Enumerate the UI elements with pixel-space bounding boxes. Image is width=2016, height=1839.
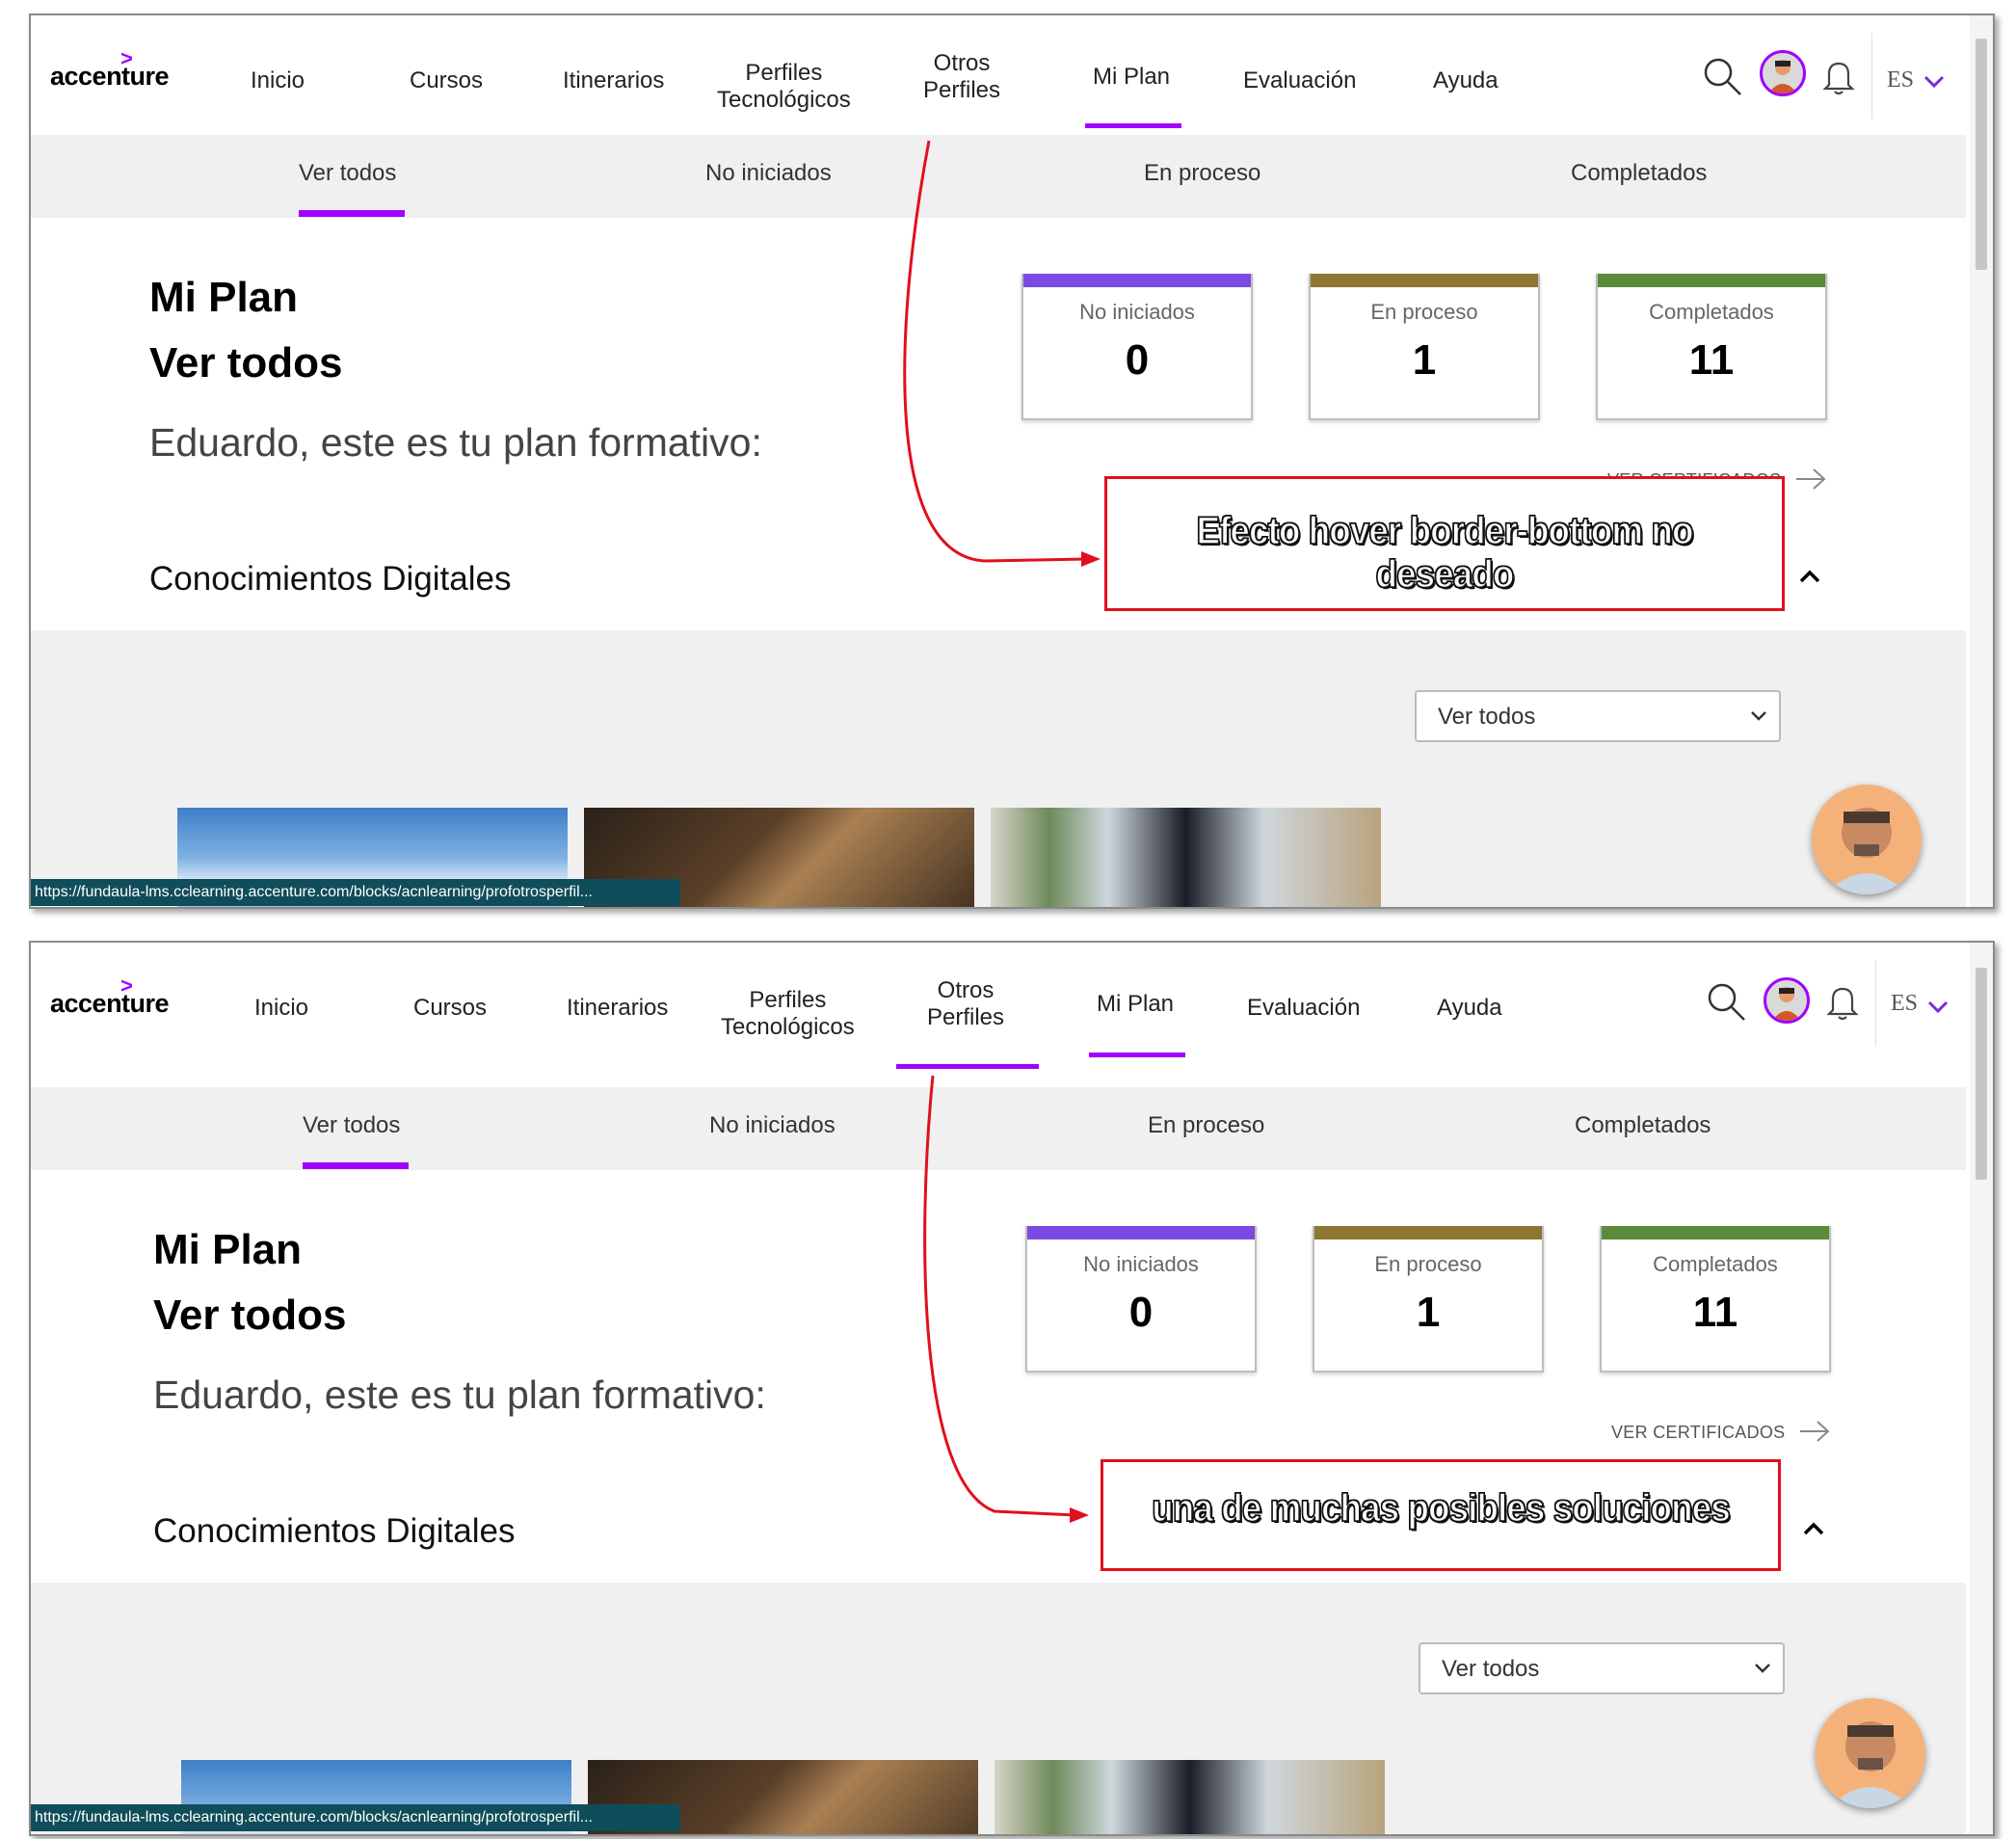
browser-screenshot-after: accenture > Inicio Cursos Itinerarios Per… xyxy=(29,941,1995,1836)
red-arrow-icon xyxy=(903,140,1101,567)
red-arrow-icon xyxy=(923,1075,1089,1523)
browser-screenshot-before: accenture > Inicio Cursos Itinerarios Per… xyxy=(29,13,1995,909)
